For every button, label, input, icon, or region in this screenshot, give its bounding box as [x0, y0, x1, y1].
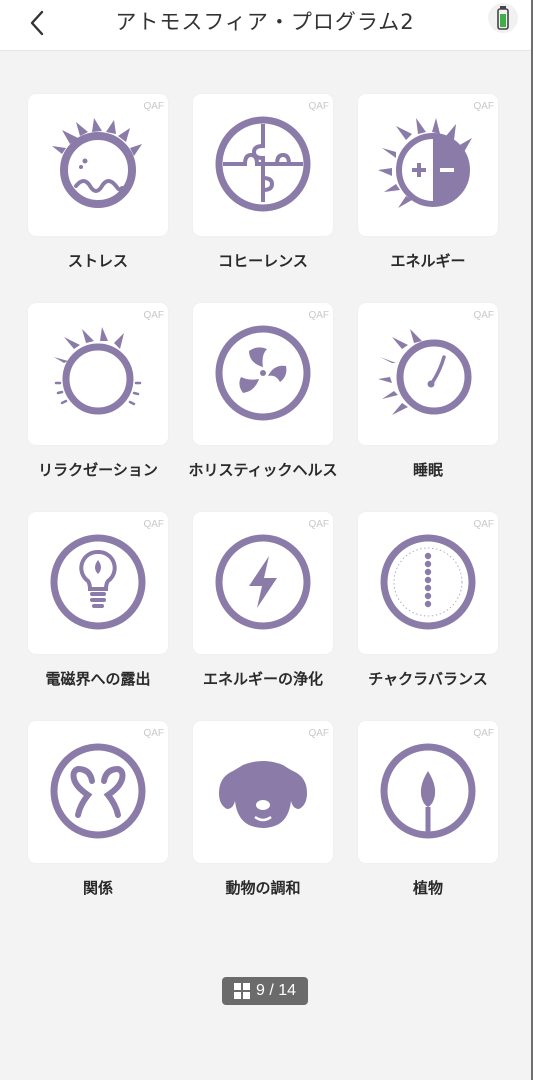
- program-card: QAF: [28, 512, 168, 654]
- program-label: チャクラバランス: [368, 670, 488, 688]
- program-item-animal-harmony[interactable]: QAF 動物の調和: [193, 721, 333, 897]
- light-bulb-icon: [50, 534, 146, 630]
- program-card: QAF: [193, 721, 333, 863]
- program-label: 植物: [412, 879, 443, 897]
- program-grid: QAF ストレス QAF コヒーレンス QAF エネルギー QAF リラクゼーシ…: [28, 94, 503, 897]
- energy-plus-minus-icon: [378, 118, 472, 208]
- program-item-sleep[interactable]: QAF 睡眠: [358, 303, 498, 479]
- qaf-badge: QAF: [143, 728, 164, 739]
- program-item-emf-exposure[interactable]: QAF 電磁界への露出: [28, 512, 168, 688]
- qaf-badge: QAF: [473, 519, 494, 530]
- program-item-energy-cleansing[interactable]: QAF エネルギーの浄化: [193, 512, 333, 688]
- program-card: QAF: [358, 303, 498, 445]
- program-label: 睡眠: [412, 461, 443, 479]
- program-label: ストレス: [67, 252, 128, 270]
- program-label: ホリスティックヘルス: [188, 461, 338, 479]
- qaf-badge: QAF: [308, 101, 329, 112]
- stress-face-icon: [52, 118, 142, 208]
- battery-icon: [497, 6, 509, 30]
- qaf-badge: QAF: [308, 519, 329, 530]
- program-item-relaxation[interactable]: QAF リラクゼーション: [28, 303, 168, 479]
- program-card: QAF: [193, 303, 333, 445]
- relationship-icon: [50, 743, 146, 839]
- qaf-badge: QAF: [143, 519, 164, 530]
- program-item-coherence[interactable]: QAF コヒーレンス: [193, 94, 333, 270]
- chevron-left-icon: [30, 10, 44, 36]
- program-label: リラクゼーション: [38, 461, 158, 479]
- program-card: QAF: [28, 721, 168, 863]
- program-label: 電磁界への露出: [45, 670, 151, 688]
- qaf-badge: QAF: [308, 728, 329, 739]
- program-card: QAF: [28, 94, 168, 236]
- chakra-icon: [380, 534, 476, 630]
- program-label: コヒーレンス: [218, 252, 308, 270]
- holistic-health-icon: [215, 325, 311, 421]
- program-label: 動物の調和: [225, 879, 301, 897]
- relaxation-icon: [54, 327, 142, 415]
- program-card: QAF: [193, 512, 333, 654]
- program-item-holistic-health[interactable]: QAF ホリスティックヘルス: [188, 303, 338, 479]
- program-label: エネルギーの浄化: [202, 670, 323, 688]
- qaf-badge: QAF: [473, 728, 494, 739]
- qaf-badge: QAF: [143, 310, 164, 321]
- qaf-badge: QAF: [473, 101, 494, 112]
- program-card: QAF: [193, 94, 333, 236]
- program-card: QAF: [28, 303, 168, 445]
- battery-status[interactable]: [488, 3, 518, 33]
- page-indicator-text: 9 / 14: [255, 982, 297, 999]
- program-item-relationship[interactable]: QAF 関係: [28, 721, 168, 897]
- lightning-bolt-icon: [215, 534, 311, 630]
- leaf-icon: [380, 743, 476, 839]
- qaf-badge: QAF: [308, 310, 329, 321]
- qaf-badge: QAF: [143, 101, 164, 112]
- program-item-chakra-balance[interactable]: QAF チャクラバランス: [358, 512, 498, 688]
- program-item-energy[interactable]: QAF エネルギー: [358, 94, 498, 270]
- page-title: アトモスフィア・プログラム2: [115, 10, 415, 34]
- puzzle-icon: [215, 116, 311, 212]
- app-header: アトモスフィア・プログラム2: [0, 0, 533, 51]
- dog-face-icon: [219, 761, 307, 828]
- program-card: QAF: [358, 512, 498, 654]
- program-label: 関係: [82, 879, 113, 897]
- program-card: QAF: [358, 721, 498, 863]
- back-button[interactable]: [22, 5, 52, 41]
- program-label: エネルギー: [390, 252, 466, 270]
- program-item-stress[interactable]: QAF ストレス: [28, 94, 168, 270]
- program-card: QAF: [358, 94, 498, 236]
- qaf-badge: QAF: [473, 310, 494, 321]
- page-indicator[interactable]: 9 / 14: [222, 977, 308, 1005]
- program-item-plants[interactable]: QAF 植物: [358, 721, 498, 897]
- grid-icon: [233, 983, 250, 999]
- sleep-icon: [378, 329, 472, 415]
